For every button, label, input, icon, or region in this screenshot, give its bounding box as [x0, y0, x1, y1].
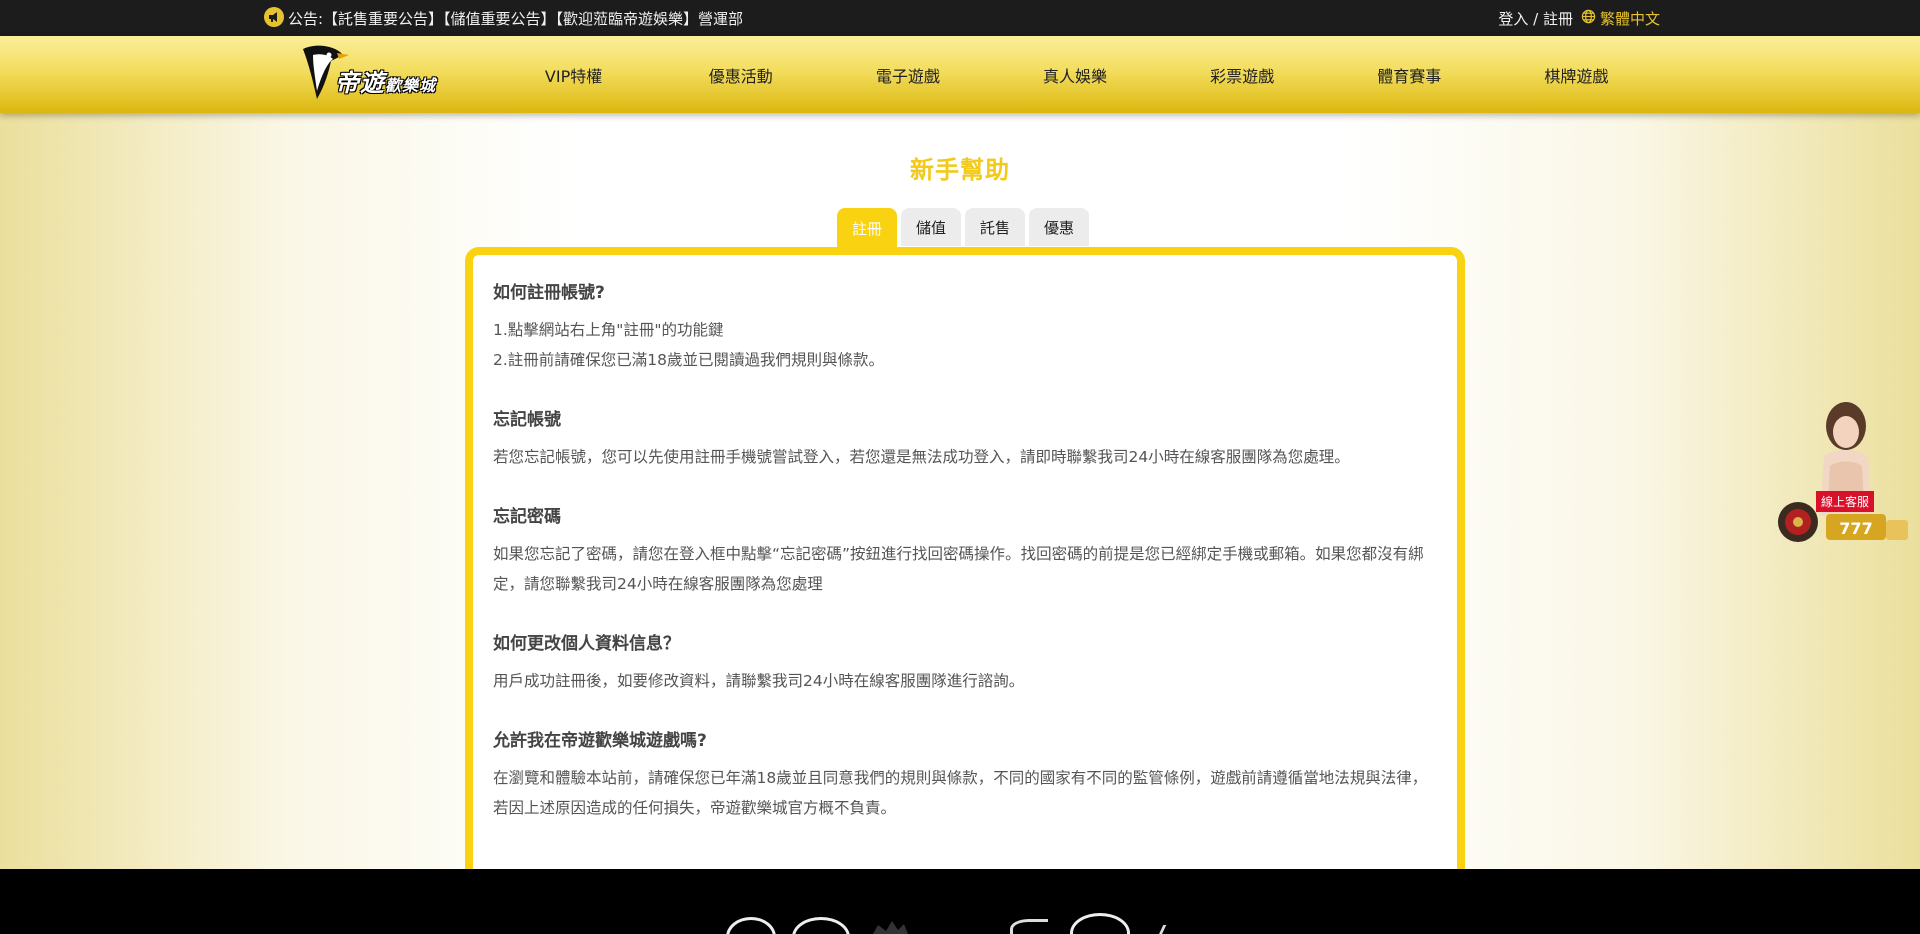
logo-main-text: 帝遊 — [335, 69, 385, 97]
faq-answer: 若您忘記帳號，您可以先使用註冊手機號嘗試登入，若您還是無法成功登入，請即時聯繫我… — [493, 448, 1350, 466]
faq-item: 允許我在帝遊歡樂城遊戲嗎? 在瀏覽和體驗本站前，請確保您已年滿18歲並且同意我們… — [493, 729, 1437, 823]
partner-logo — [1010, 919, 1048, 934]
partner-logo — [870, 921, 910, 934]
logo-text: 帝遊歡樂城 — [335, 63, 436, 98]
faq-item: 如何註冊帳號? 1.點擊網站右上角"註冊"的功能鍵 2.註冊前請確保您已滿18歲… — [493, 281, 1437, 375]
faq-question: 忘記密碼 — [493, 507, 561, 527]
help-tabs: 註冊 儲值 託售 優惠 — [837, 208, 1089, 248]
main-header: 帝遊歡樂城 VIP特權 優惠活動 電子遊戲 真人娛樂 彩票遊戲 體育賽事 棋牌遊… — [0, 36, 1920, 113]
language-label: 繁體中文 — [1599, 10, 1660, 28]
nav-sports[interactable]: 體育賽事 — [1326, 36, 1493, 113]
nav-vip[interactable]: VIP特權 — [490, 36, 657, 113]
partner-logo — [792, 917, 850, 934]
partner-logo — [1156, 925, 1184, 934]
tab-register[interactable]: 註冊 — [837, 208, 897, 248]
customer-service-avatar-icon: 777 — [1778, 402, 1908, 542]
site-logo[interactable]: 帝遊歡樂城 — [295, 41, 445, 107]
faq-answer: 用戶成功註冊後，如要修改資料，請聯繫我司24小時在線客服團隊進行諮詢。 — [493, 672, 1025, 690]
tab-withdraw[interactable]: 託售 — [965, 208, 1025, 246]
faq-question: 如何註冊帳號? — [493, 283, 605, 303]
login-register-link[interactable]: 登入 / 註冊 — [1498, 8, 1573, 29]
nav-card-games[interactable]: 棋牌遊戲 — [1493, 36, 1660, 113]
online-customer-service-widget[interactable]: 777 線上客服 — [1776, 396, 1916, 542]
svg-text:777: 777 — [1839, 519, 1872, 538]
customer-service-label: 線上客服 — [1816, 491, 1875, 512]
globe-icon — [1581, 9, 1596, 28]
faq-answer: 在瀏覽和體驗本站前，請確保您已年滿18歲並且同意我們的規則與條款，不同的國家有不… — [493, 769, 1428, 817]
faq-item: 忘記帳號 若您忘記帳號，您可以先使用註冊手機號嘗試登入，若您還是無法成功登入，請… — [493, 408, 1437, 472]
main-nav: VIP特權 優惠活動 電子遊戲 真人娛樂 彩票遊戲 體育賽事 棋牌遊戲 — [490, 36, 1660, 113]
megaphone-icon — [264, 7, 284, 27]
nav-promotions[interactable]: 優惠活動 — [657, 36, 824, 113]
nav-slots[interactable]: 電子遊戲 — [824, 36, 991, 113]
nav-lottery[interactable]: 彩票遊戲 — [1159, 36, 1326, 113]
faq-question: 忘記帳號 — [493, 410, 561, 430]
faq-question: 允許我在帝遊歡樂城遊戲嗎? — [493, 731, 707, 751]
help-content-panel: 如何註冊帳號? 1.點擊網站右上角"註冊"的功能鍵 2.註冊前請確保您已滿18歲… — [465, 247, 1465, 934]
logo-sub-text: 歡樂城 — [385, 76, 437, 95]
faq-item: 忘記密碼 如果您忘記了密碼，請您在登入框中點擊“忘記密碼”按鈕進行找回密碼操作。… — [493, 505, 1437, 599]
faq-answer-line: 2.註冊前請確保您已滿18歲並已閱讀過我們規則與條款。 — [493, 351, 885, 369]
notice-marquee[interactable]: 公告:【託售重要公告】【儲值重要公告】【歡迎蒞臨帝遊娛樂】營運部 — [288, 8, 748, 29]
partner-logo — [726, 917, 776, 934]
partner-logo — [1070, 913, 1130, 934]
nav-live-casino[interactable]: 真人娛樂 — [991, 36, 1158, 113]
faq-answer: 如果您忘記了密碼，請您在登入框中點擊“忘記密碼”按鈕進行找回密碼操作。找回密碼的… — [493, 545, 1424, 593]
faq-answer-line: 1.點擊網站右上角"註冊"的功能鍵 — [493, 321, 724, 339]
top-notice-bar: 公告:【託售重要公告】【儲值重要公告】【歡迎蒞臨帝遊娛樂】營運部 登入 / 註冊… — [0, 0, 1920, 36]
tab-promotion[interactable]: 優惠 — [1029, 208, 1089, 246]
faq-question: 如何更改個人資料信息？ — [493, 634, 680, 654]
footer — [0, 869, 1920, 934]
tab-deposit[interactable]: 儲值 — [901, 208, 961, 246]
page-title: 新手幫助 — [910, 156, 1010, 184]
faq-item: 如何更改個人資料信息？ 用戶成功註冊後，如要修改資料，請聯繫我司24小時在線客服… — [493, 632, 1437, 696]
language-selector[interactable]: 繁體中文 — [1581, 8, 1660, 29]
